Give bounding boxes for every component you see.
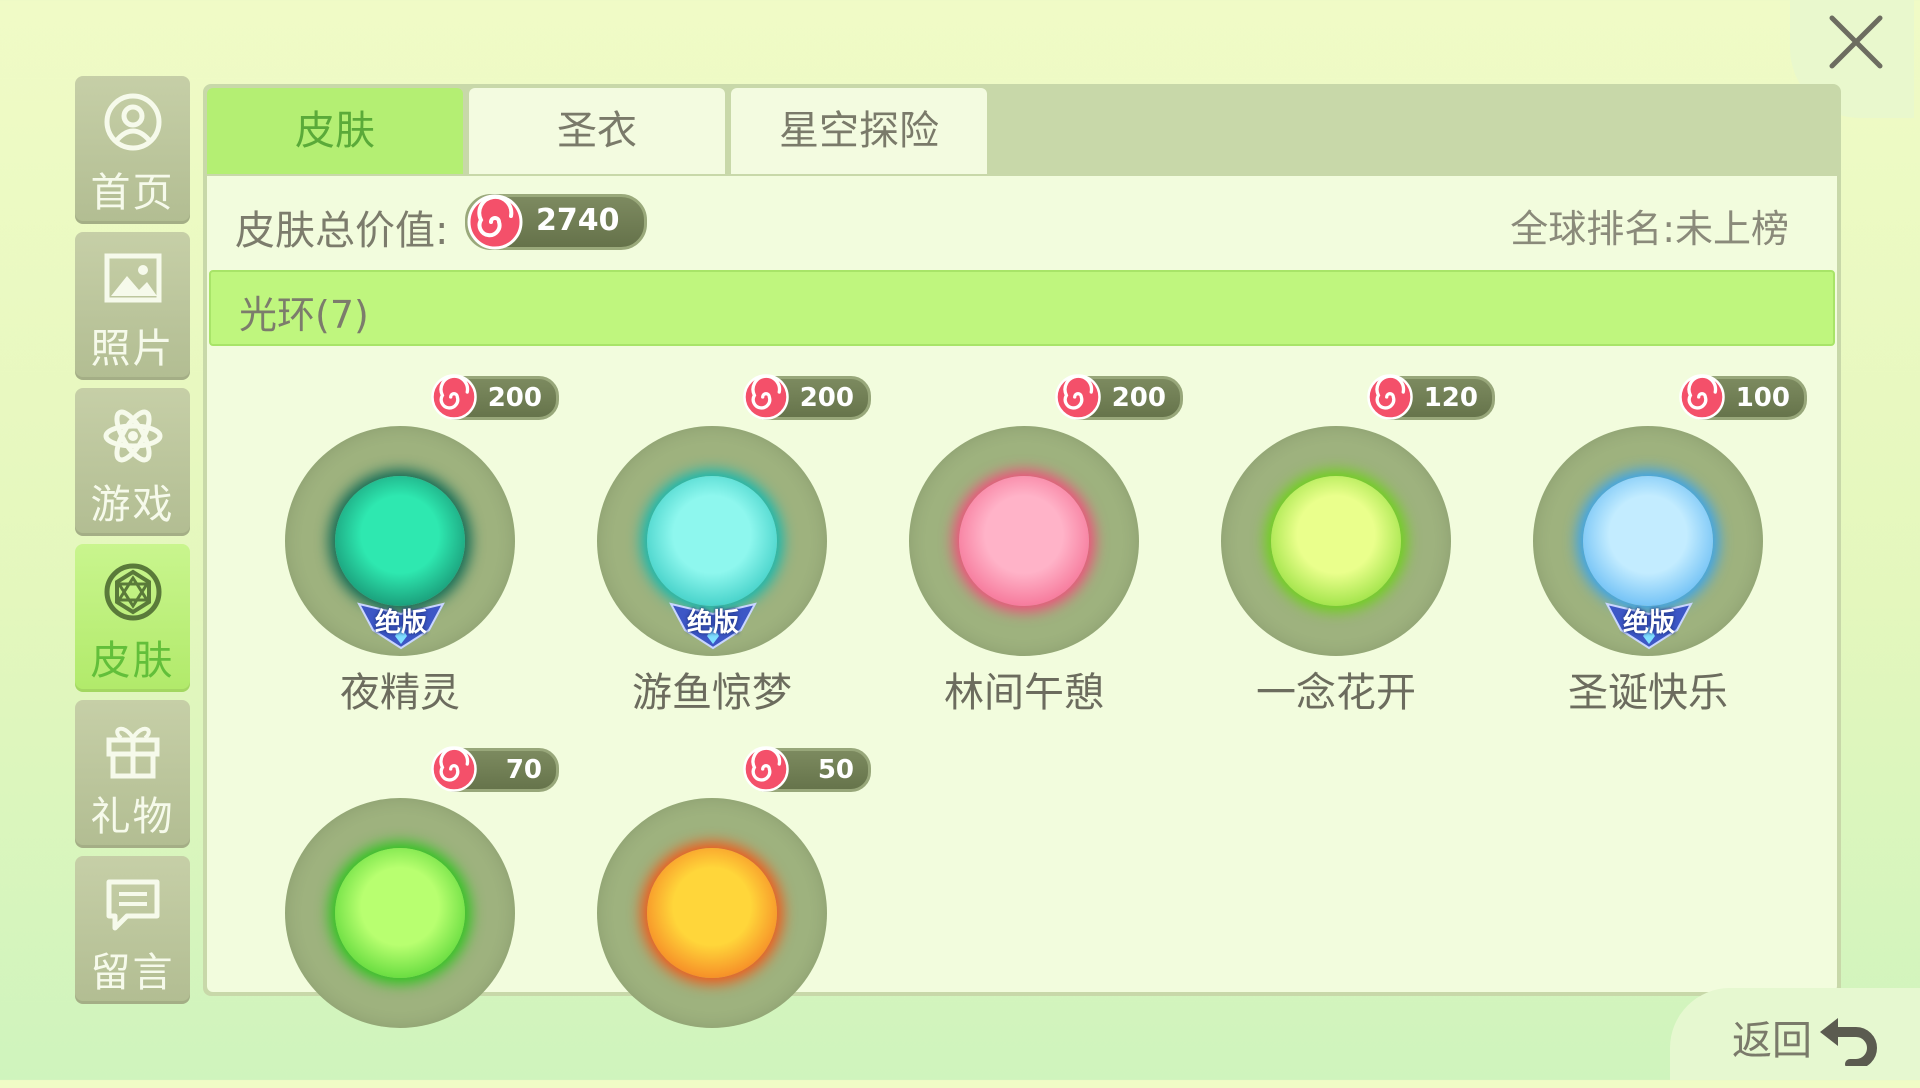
skin-item[interactable]: 100 绝版圣诞快乐 — [1485, 374, 1807, 716]
skin-name: 一念花开 — [1256, 670, 1416, 716]
atom-icon — [103, 409, 163, 463]
price-value: 50 — [817, 755, 854, 785]
tab-armor[interactable]: 圣衣 — [469, 88, 725, 174]
sidebar-item-label: 游戏 — [90, 482, 175, 528]
close-icon — [1829, 15, 1883, 69]
category-label: 光环(7) — [239, 293, 369, 337]
gift-icon — [106, 726, 160, 779]
sidebar-item-label: 皮肤 — [90, 638, 175, 684]
halo-orb — [335, 476, 465, 606]
back-arrow-icon — [1820, 1018, 1877, 1066]
candy-icon — [743, 746, 789, 792]
price-pill: 50 — [743, 746, 871, 792]
price-value: 200 — [487, 383, 542, 413]
badge-label: 绝版 — [686, 608, 739, 638]
total-value-label: 皮肤总价值: — [235, 208, 449, 254]
sidebar-item-gifts[interactable]: 礼物 — [75, 700, 190, 848]
candy-icon — [431, 374, 477, 420]
limited-edition-badge: 绝版 — [1603, 600, 1695, 650]
profile-icon — [104, 93, 162, 151]
price-pill: 200 — [1055, 374, 1183, 420]
candy-icon — [1679, 374, 1725, 420]
halo-orb — [335, 848, 465, 978]
halo-orb — [647, 476, 777, 606]
price-pill: 100 — [1679, 374, 1807, 420]
price-pill: 120 — [1367, 374, 1495, 420]
skin-item[interactable]: 200 绝版夜精灵 — [237, 374, 559, 716]
tab-skins[interactable]: 皮肤 — [207, 88, 463, 174]
candy-icon — [743, 374, 789, 420]
skin-disk — [597, 798, 827, 1028]
badge-label: 绝版 — [1622, 608, 1675, 638]
sidebar-item-messages[interactable]: 留言 — [75, 856, 190, 1004]
skin-disk — [285, 798, 515, 1028]
price-pill: 200 — [743, 374, 871, 420]
halo-orb — [959, 476, 1089, 606]
price-value: 100 — [1735, 383, 1790, 413]
limited-edition-badge: 绝版 — [667, 600, 759, 650]
back-label: 返回 — [1732, 1018, 1812, 1064]
candy-icon — [467, 194, 523, 250]
summary-row: 皮肤总价值: 2740 全球排名:未上榜 — [207, 176, 1837, 266]
skin-item[interactable]: 50 — [549, 746, 871, 1088]
price-value: 120 — [1423, 383, 1478, 413]
candy-icon — [1367, 374, 1413, 420]
message-icon — [106, 879, 160, 931]
sidebar-item-games[interactable]: 游戏 — [75, 388, 190, 536]
skin-item[interactable]: 70 — [237, 746, 559, 1088]
halo-orb — [1271, 476, 1401, 606]
skin-name: 林间午憩 — [944, 670, 1104, 716]
sidebar-item-label: 照片 — [90, 326, 175, 372]
skin-disk — [909, 426, 1139, 656]
sidebar-item-label: 首页 — [90, 170, 175, 216]
price-value: 70 — [505, 755, 542, 785]
photo-icon — [104, 253, 162, 303]
limited-edition-badge: 绝版 — [355, 600, 447, 650]
skins-panel: 皮肤 圣衣 星空探险 皮肤总价值: 2740 全球排名:未上榜 光环(7) 20… — [203, 84, 1841, 1028]
skin-name: 夜精灵 — [340, 670, 460, 716]
skin-name: 圣诞快乐 — [1568, 670, 1728, 716]
sidebar-item-label: 留言 — [90, 950, 175, 996]
back-button[interactable]: 返回 — [1670, 988, 1920, 1080]
skin-item[interactable]: 200 绝版游鱼惊梦 — [549, 374, 871, 716]
price-pill: 200 — [431, 374, 559, 420]
skin-icon — [104, 563, 162, 621]
price-value: 200 — [799, 383, 854, 413]
total-value-pill: 2740 — [465, 194, 647, 250]
candy-icon — [431, 746, 477, 792]
skins-content: 皮肤总价值: 2740 全球排名:未上榜 光环(7) 200 绝版夜精灵 200 绝版… — [207, 176, 1837, 1028]
skin-item[interactable]: 200 林间午憩 — [861, 374, 1183, 716]
total-value: 2740 — [536, 203, 620, 238]
halo-orb — [647, 848, 777, 978]
skin-disk — [1221, 426, 1451, 656]
price-value: 200 — [1111, 383, 1166, 413]
skin-item[interactable]: 120 一念花开 — [1173, 374, 1495, 716]
price-pill: 70 — [431, 746, 559, 792]
tab-star-adventure[interactable]: 星空探险 — [731, 88, 987, 174]
sidebar-item-home[interactable]: 首页 — [75, 76, 190, 224]
sidebar-item-skins[interactable]: 皮肤 — [75, 544, 190, 692]
badge-label: 绝版 — [374, 608, 427, 638]
sidebar: 首页 照片 游戏 皮肤 礼物 留言 — [75, 76, 190, 1012]
candy-icon — [1055, 374, 1101, 420]
sidebar-item-label: 礼物 — [90, 794, 175, 840]
sidebar-item-photos[interactable]: 照片 — [75, 232, 190, 380]
global-rank: 全球排名:未上榜 — [1510, 207, 1789, 251]
halo-orb — [1583, 476, 1713, 606]
category-bar[interactable]: 光环(7) — [209, 270, 1835, 346]
skin-name: 游鱼惊梦 — [632, 670, 792, 716]
